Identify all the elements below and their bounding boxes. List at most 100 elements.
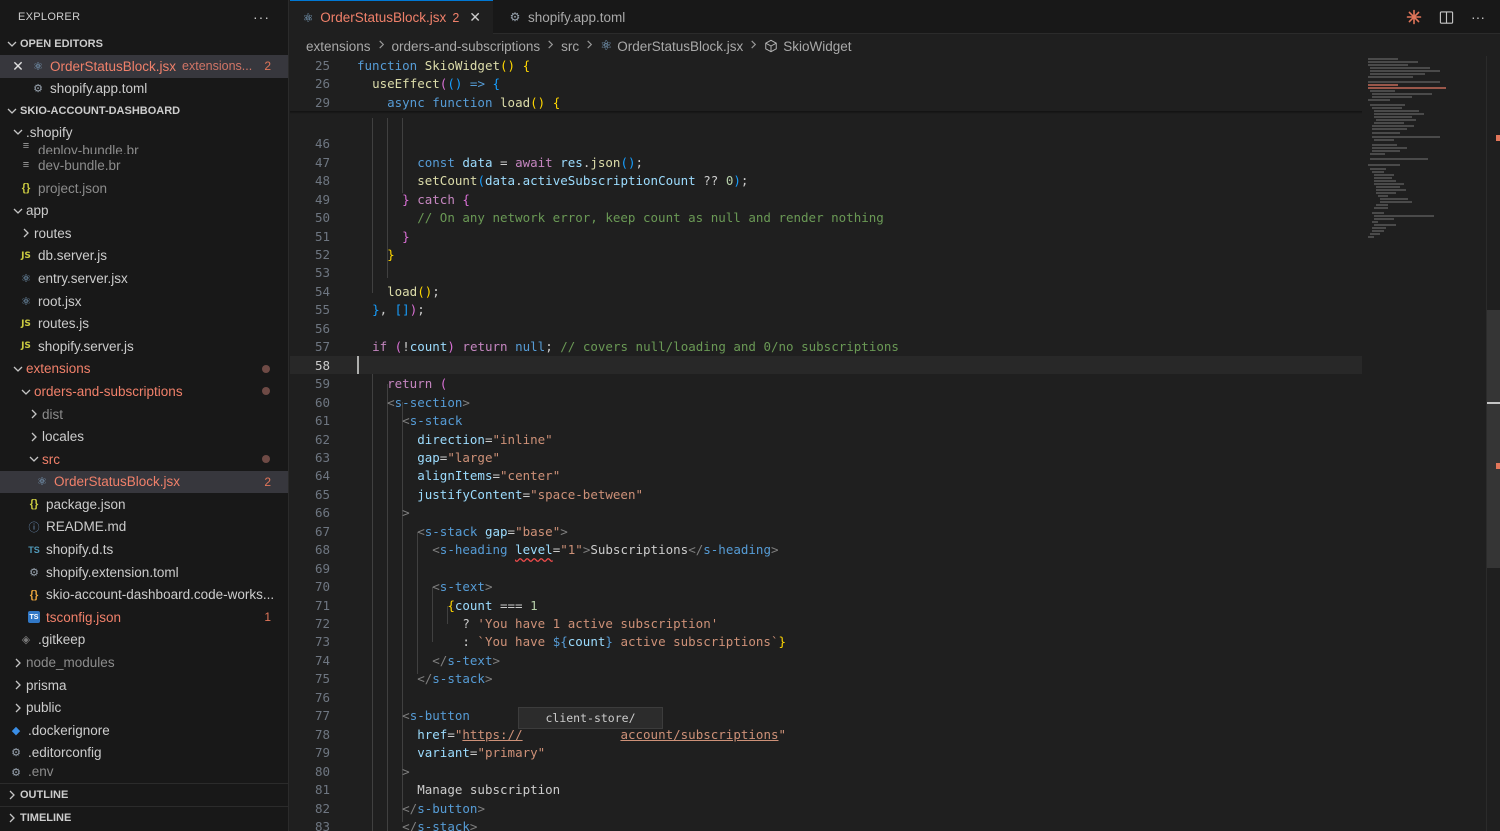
tree-file-package-json[interactable]: {} package.json xyxy=(0,493,288,516)
code-line[interactable]: 46 xyxy=(290,135,1362,153)
tree-folder-extensions[interactable]: extensions xyxy=(0,358,288,381)
tree-folder-shopify[interactable]: .shopify xyxy=(0,122,288,142)
line-number: 68 xyxy=(314,542,330,558)
tree-file-shopify-extension-toml[interactable]: ⚙ shopify.extension.toml xyxy=(0,561,288,584)
code-token: () xyxy=(530,94,546,110)
tree-file-routes-js[interactable]: JS routes.js xyxy=(0,312,288,335)
tree-file-root[interactable]: ⚛ root.jsx xyxy=(0,290,288,313)
tree-file-entry-server[interactable]: ⚛ entry.server.jsx xyxy=(0,267,288,290)
tree-file-readme[interactable]: ⓘ README.md xyxy=(0,516,288,539)
code-line[interactable]: 59 return ( xyxy=(290,374,1362,392)
code-line[interactable]: 53 xyxy=(290,264,1362,282)
code-line[interactable]: 65 justifyContent="space-between" xyxy=(290,485,1362,503)
code-line[interactable]: 79 variant="primary" xyxy=(290,743,1362,761)
code-line[interactable]: 49 } catch { xyxy=(290,190,1362,208)
code-line[interactable]: 56 xyxy=(290,319,1362,337)
code-line[interactable]: 54 load(); xyxy=(290,282,1362,300)
code-line[interactable]: 61 <s-stack xyxy=(290,411,1362,429)
code-line[interactable]: 63 gap="large" xyxy=(290,448,1362,466)
tree-folder-src[interactable]: src xyxy=(0,448,288,471)
tree-folder-public[interactable]: public xyxy=(0,696,288,719)
open-editors-header[interactable]: OPEN EDITORS xyxy=(0,33,288,55)
tree-folder-prisma[interactable]: prisma xyxy=(0,674,288,697)
code-line[interactable]: 70 <s-text> xyxy=(290,577,1362,595)
code-line[interactable]: 26 useEffect(() => { xyxy=(290,74,1362,92)
tree-file-gitkeep[interactable]: ◈ .gitkeep xyxy=(0,629,288,652)
timeline-header[interactable]: TIMELINE xyxy=(0,806,288,829)
tree-file-project-json[interactable]: {} project.json xyxy=(0,177,288,200)
tree-file-orderstatusblock[interactable]: ⚛ OrderStatusBlock.jsx 2 xyxy=(0,470,288,494)
outline-header[interactable]: OUTLINE xyxy=(0,783,288,806)
project-header[interactable]: SKIO-ACCOUNT-DASHBOARD xyxy=(0,100,288,122)
tree-file-db-server[interactable]: JS db.server.js xyxy=(0,245,288,268)
minimap[interactable] xyxy=(1362,56,1486,831)
tree-label: db.server.js xyxy=(38,248,108,264)
code-line[interactable]: 64 alignItems="center" xyxy=(290,467,1362,485)
code-line[interactable]: 80 > xyxy=(290,762,1362,780)
code-line[interactable]: 66 > xyxy=(290,504,1362,522)
tab-orderstatusblock[interactable]: ⚛ OrderStatusBlock.jsx 2 ✕ xyxy=(290,0,493,34)
code-line[interactable]: 72 ? 'You have 1 active subscription' xyxy=(290,614,1362,632)
code-line[interactable]: 55 }, []); xyxy=(290,301,1362,319)
tree-folder-dist[interactable]: dist xyxy=(0,403,288,426)
gear-icon: ⚙ xyxy=(29,566,39,579)
more-actions-icon[interactable]: ··· xyxy=(1470,9,1486,25)
split-editor-icon[interactable] xyxy=(1438,9,1454,25)
scroll-error-marker xyxy=(1496,135,1500,141)
code-line[interactable]: 67 <s-stack gap="base"> xyxy=(290,522,1362,540)
code-line[interactable]: 83 </s-stack> xyxy=(290,817,1362,831)
code-line[interactable]: 73 : `You have ${count} active subscript… xyxy=(290,633,1362,651)
tree-file-shopify-d-ts[interactable]: TS shopify.d.ts xyxy=(0,538,288,561)
tree-folder-routes[interactable]: routes xyxy=(0,222,288,245)
code-line[interactable]: 47 const data = await res.json(); xyxy=(290,153,1362,171)
code-line[interactable]: 77 <s-button xyxy=(290,707,1362,725)
more-actions-icon[interactable]: ··· xyxy=(253,9,270,25)
code-line[interactable]: 71 {count === 1 xyxy=(290,596,1362,614)
code-line[interactable]: 52 } xyxy=(290,245,1362,263)
tree-file-dockerignore[interactable]: ◆ .dockerignore xyxy=(0,719,288,742)
modified-dot xyxy=(262,364,270,373)
code-line[interactable]: 78 href="https:// account/subscriptions" xyxy=(290,725,1362,743)
close-icon[interactable]: ✕ xyxy=(469,9,481,26)
code-line[interactable]: 29 async function load() { xyxy=(290,93,1362,111)
code-line[interactable]: 74 </s-text> xyxy=(290,651,1362,669)
code-line-current[interactable]: 58 xyxy=(290,356,1362,375)
breadcrumb-item[interactable]: extensions xyxy=(306,39,371,54)
code-line[interactable]: 75 </s-stack> xyxy=(290,670,1362,688)
docker-icon: ◆ xyxy=(11,724,21,737)
code-line[interactable]: 69 xyxy=(290,559,1362,577)
code-line[interactable]: 82 </s-button> xyxy=(290,799,1362,817)
code-line[interactable]: 62 direction="inline" xyxy=(290,430,1362,448)
breadcrumb-item[interactable]: OrderStatusBlock.jsx xyxy=(617,39,743,54)
tree-folder-locales[interactable]: locales xyxy=(0,425,288,448)
code-line[interactable]: 51 } xyxy=(290,227,1362,245)
tree-file-code-workspace[interactable]: {} skio-account-dashboard.code-works... xyxy=(0,583,288,606)
tree-folder-node-modules[interactable]: node_modules xyxy=(0,651,288,674)
tree-file-deploy-bundle[interactable]: ≡ deploy-bundle.br xyxy=(0,142,288,154)
copilot-icon[interactable] xyxy=(1406,9,1422,25)
tree-file-shopify-server[interactable]: JS shopify.server.js xyxy=(0,335,288,358)
close-icon[interactable]: ✕ xyxy=(10,58,26,74)
code-line[interactable]: 48 setCount(data.activeSubscriptionCount… xyxy=(290,172,1362,190)
code-line[interactable]: 81 Manage subscription xyxy=(290,780,1362,798)
tree-file-editorconfig[interactable]: ⚙ .editorconfig xyxy=(0,742,288,765)
breadcrumb-item[interactable]: SkioWidget xyxy=(783,39,851,54)
tree-file-dev-bundle[interactable]: ≡ dev-bundle.br xyxy=(0,154,288,177)
tree-folder-orders-and-subscriptions[interactable]: orders-and-subscriptions xyxy=(0,380,288,403)
code-line[interactable]: 25 function SkioWidget() { xyxy=(290,56,1362,74)
scrollbar-thumb[interactable] xyxy=(1487,310,1500,568)
code-line[interactable]: 57 if (!count) return null; // covers nu… xyxy=(290,338,1362,356)
code-line[interactable]: 68 <s-heading level="1">Subscriptions</s… xyxy=(290,541,1362,559)
tab-shopify-app-toml[interactable]: ⚙ shopify.app.toml xyxy=(496,0,660,34)
open-editor-item-orderstatusblock[interactable]: ✕ ⚛ OrderStatusBlock.jsx extensions... 2 xyxy=(0,55,288,78)
tree-folder-app[interactable]: app xyxy=(0,199,288,222)
code-editor[interactable]: 25 function SkioWidget() { 26 useEffect((… xyxy=(290,56,1500,831)
breadcrumb-item[interactable]: orders-and-subscriptions xyxy=(392,39,541,54)
open-editor-item-shopify-app-toml[interactable]: ⚙ shopify.app.toml xyxy=(0,78,288,101)
tree-file-env[interactable]: ⚙ .env xyxy=(0,764,288,776)
code-line[interactable]: 60 <s-section> xyxy=(290,393,1362,411)
code-line[interactable]: 76 xyxy=(290,688,1362,706)
breadcrumb-item[interactable]: src xyxy=(561,39,579,54)
tree-file-tsconfig[interactable]: TS tsconfig.json 1 xyxy=(0,606,288,629)
code-line[interactable]: 50 // On any network error, keep count a… xyxy=(290,208,1362,226)
